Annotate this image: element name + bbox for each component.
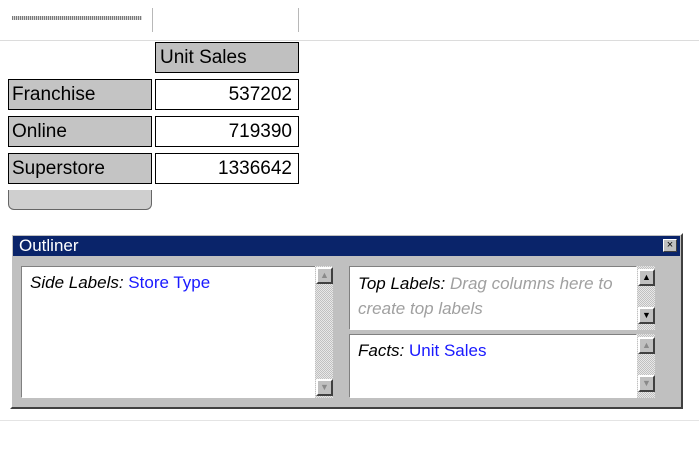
side-labels-value[interactable]: Store Type — [128, 273, 210, 292]
outliner-window: Outliner × Side Labels: Store Type ▲ ▼ T… — [10, 233, 683, 409]
value-cell[interactable]: 1336642 — [155, 153, 299, 184]
header-divider — [298, 8, 299, 32]
scroll-up-icon[interactable]: ▲ — [638, 337, 655, 354]
header-strip — [0, 0, 699, 41]
side-labels-pane[interactable]: Side Labels: Store Type — [21, 266, 322, 398]
top-labels-pane[interactable]: Top Labels: Drag columns here to create … — [349, 266, 637, 330]
scroll-down-icon[interactable]: ▼ — [638, 375, 655, 392]
side-labels-label: Side Labels: — [30, 273, 129, 292]
value-cell[interactable]: 537202 — [155, 79, 299, 110]
facts-label: Facts: — [358, 341, 410, 360]
scroll-down-icon[interactable]: ▼ — [316, 379, 333, 396]
outliner-title: Outliner — [19, 236, 79, 255]
row-label-superstore[interactable]: Superstore — [8, 153, 152, 184]
close-icon[interactable]: × — [663, 239, 677, 252]
bottom-divider — [0, 420, 699, 421]
facts-pane[interactable]: Facts: Unit Sales — [349, 334, 637, 398]
row-label-franchise[interactable]: Franchise — [8, 79, 152, 110]
scroll-down-icon[interactable]: ▼ — [638, 307, 655, 324]
column-header-unit-sales[interactable]: Unit Sales — [155, 42, 299, 73]
value-cell[interactable]: 719390 — [155, 116, 299, 147]
row-label-online[interactable]: Online — [8, 116, 152, 147]
row-label-tab-handle[interactable] — [8, 190, 152, 210]
column-resize-handle[interactable] — [12, 16, 142, 20]
header-divider — [152, 8, 153, 32]
scroll-up-icon[interactable]: ▲ — [316, 267, 333, 284]
outliner-titlebar[interactable]: Outliner × — [13, 236, 680, 256]
header-bottom-line — [0, 40, 699, 41]
top-labels-label: Top Labels: — [358, 274, 450, 293]
scroll-up-icon[interactable]: ▲ — [638, 269, 655, 286]
facts-value[interactable]: Unit Sales — [409, 341, 486, 360]
